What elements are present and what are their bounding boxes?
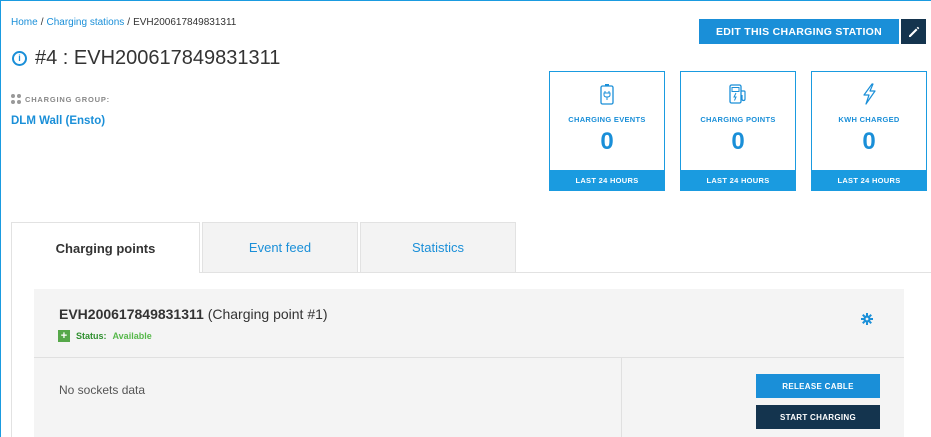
card-divider xyxy=(34,357,904,358)
breadcrumb-separator: / xyxy=(40,17,44,28)
tab-statistics[interactable]: Statistics xyxy=(360,222,516,273)
lightning-icon xyxy=(863,83,876,105)
stat-value: 0 xyxy=(862,128,876,155)
breadcrumb-separator: / xyxy=(127,17,131,28)
status-key: Status: xyxy=(76,331,107,341)
breadcrumb-current: EVH200617849831311 xyxy=(133,17,237,28)
stat-value: 0 xyxy=(600,128,614,155)
breadcrumb-stations-link[interactable]: Charging stations xyxy=(46,17,124,28)
stat-value: 0 xyxy=(731,128,745,155)
charging-group-label: CHARGING GROUP: xyxy=(11,94,110,104)
info-icon[interactable]: i xyxy=(12,51,27,66)
stat-label: CHARGING EVENTS xyxy=(568,115,646,124)
breadcrumb-home-link[interactable]: Home xyxy=(11,17,38,28)
group-dots-icon xyxy=(11,94,21,104)
start-charging-button[interactable]: START CHARGING xyxy=(756,405,880,429)
charging-point-card: EVH200617849831311 (Charging point #1) +… xyxy=(34,289,904,437)
expand-plus-icon[interactable]: + xyxy=(58,330,70,342)
release-cable-button[interactable]: RELEASE CABLE xyxy=(756,374,880,398)
status-value: Available xyxy=(112,331,152,341)
charging-point-id: EVH200617849831311 xyxy=(59,306,204,322)
stat-charging-points: CHARGING POINTS 0 LAST 24 HOURS xyxy=(680,71,796,191)
stat-label: KWH CHARGED xyxy=(838,115,900,124)
no-sockets-text: No sockets data xyxy=(59,383,146,397)
tab-event-feed[interactable]: Event feed xyxy=(202,222,358,273)
stat-footer: LAST 24 HOURS xyxy=(681,170,795,190)
tab-bar: Charging points Event feed Statistics xyxy=(11,222,516,273)
page-title: i #4 : EVH200617849831311 xyxy=(12,47,280,70)
charging-group-link[interactable]: DLM Wall (Ensto) xyxy=(11,115,105,127)
stat-footer: LAST 24 HOURS xyxy=(550,170,664,190)
stat-charging-events: CHARGING EVENTS 0 LAST 24 HOURS xyxy=(549,71,665,191)
tab-charging-points[interactable]: Charging points xyxy=(11,222,200,273)
column-divider xyxy=(621,357,622,437)
charging-group-label-text: CHARGING GROUP: xyxy=(25,94,110,104)
stat-footer: LAST 24 HOURS xyxy=(812,170,926,190)
charging-station-icon xyxy=(729,84,746,104)
charging-point-title: EVH200617849831311 (Charging point #1) xyxy=(59,306,328,322)
stat-kwh-charged: KWH CHARGED 0 LAST 24 HOURS xyxy=(811,71,927,191)
station-title: #4 : EVH200617849831311 xyxy=(35,47,281,69)
charging-point-suffix: (Charging point #1) xyxy=(207,306,328,322)
stat-label: CHARGING POINTS xyxy=(700,115,776,124)
pencil-icon xyxy=(908,26,919,37)
gear-icon[interactable] xyxy=(861,313,873,325)
battery-charging-icon xyxy=(600,84,614,105)
edit-charging-station-button[interactable]: EDIT THIS CHARGING STATION xyxy=(699,19,899,44)
edit-pencil-button[interactable] xyxy=(901,19,926,44)
breadcrumb: Home / Charging stations / EVH20061784983131… xyxy=(11,17,236,28)
status-badge: + Status: Available xyxy=(58,330,152,342)
